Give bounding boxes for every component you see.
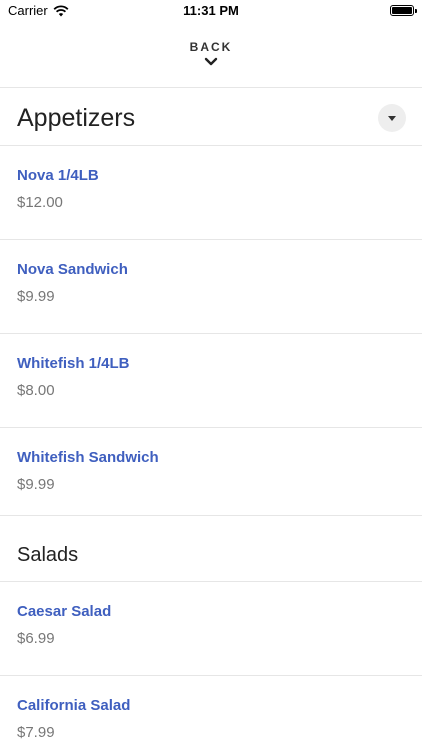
section-title: Salads	[17, 544, 79, 566]
menu-item[interactable]: Nova Sandwich $9.99	[0, 240, 422, 334]
menu-item[interactable]: Whitefish 1/4LB $8.00	[0, 334, 422, 428]
category-dropdown-button[interactable]	[378, 104, 406, 132]
item-price: $12.00	[17, 194, 63, 211]
item-price: $6.99	[17, 630, 55, 647]
status-time: 11:31 PM	[183, 3, 239, 18]
menu-item[interactable]: Nova 1/4LB $12.00	[0, 146, 422, 240]
status-bar: Carrier 11:31 PM	[0, 0, 422, 22]
item-name: Whitefish Sandwich	[17, 449, 159, 466]
caret-down-icon	[388, 115, 396, 121]
item-price: $9.99	[17, 288, 55, 305]
item-price: $7.99	[17, 724, 55, 741]
item-price: $9.99	[17, 476, 55, 493]
menu-item[interactable]: Caesar Salad $6.99	[0, 582, 422, 676]
item-name: Caesar Salad	[17, 603, 112, 620]
menu-item[interactable]: Whitefish Sandwich $9.99	[0, 428, 422, 516]
item-price: $8.00	[17, 382, 55, 399]
item-name: Nova Sandwich	[17, 261, 128, 278]
section-title: Appetizers	[17, 104, 136, 132]
item-name: Nova 1/4LB	[17, 167, 99, 184]
section-header-salads: Salads	[0, 516, 422, 582]
chevron-down-icon	[204, 57, 218, 66]
section-header-appetizers: Appetizers	[0, 88, 422, 146]
back-label: BACK	[189, 40, 233, 54]
back-button[interactable]: BACK	[0, 34, 422, 88]
battery-icon	[390, 5, 417, 16]
item-name: California Salad	[17, 697, 131, 714]
item-name: Whitefish 1/4LB	[17, 355, 130, 372]
menu-item[interactable]: California Salad $7.99	[0, 676, 422, 750]
